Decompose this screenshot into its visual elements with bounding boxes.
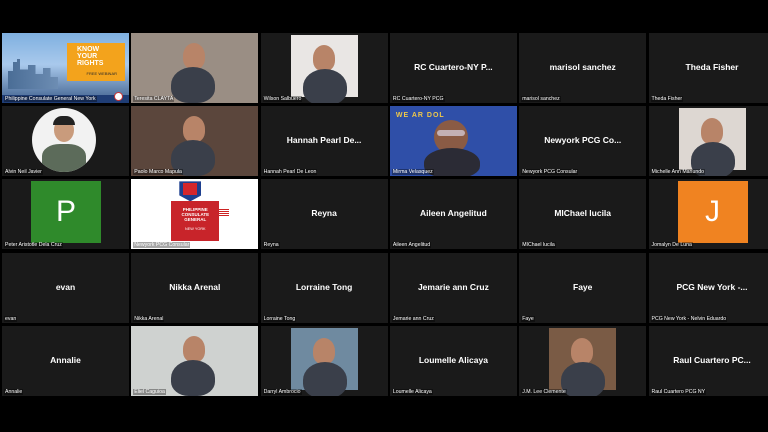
participant-tile[interactable]: PHILIPPINE CONSULATE GENERAL NEW YORK Newy… bbox=[131, 179, 259, 250]
participant-name-label: Teresita CLAYTA bbox=[133, 96, 175, 102]
profile-photo bbox=[2, 106, 129, 177]
participant-name-label: Lorraine Tong bbox=[262, 315, 297, 322]
participant-tile[interactable]: PCG New York -... PCG New York - Nelvin E… bbox=[648, 252, 768, 323]
participant-tile[interactable]: Hannah Pearl De... Hannah Pearl De Leon bbox=[260, 106, 388, 177]
participant-display-name: Nikka Arenal bbox=[169, 281, 221, 292]
avatar: J bbox=[677, 181, 748, 244]
participant-tile[interactable]: Wilson Salbuero bbox=[260, 33, 388, 103]
participant-display-name: Annalie bbox=[50, 354, 81, 365]
participant-tile[interactable]: KNOW YOUR RIGHTS FREE WEBINAR Philippine C… bbox=[2, 33, 129, 103]
participant-gallery: KNOW YOUR RIGHTS FREE WEBINAR Philippine C… bbox=[0, 32, 768, 398]
participant-display-name: Faye bbox=[573, 281, 593, 292]
participant-tile[interactable]: marisol sanchez marisol sanchez bbox=[519, 33, 647, 103]
participant-display-name: Hannah Pearl De... bbox=[286, 135, 362, 146]
participant-name-label: Reyna bbox=[262, 242, 280, 249]
participant-tile[interactable]: Lorraine Tong Lorraine Tong bbox=[260, 252, 388, 323]
participant-tile[interactable]: J.M. Lee Clemente bbox=[519, 325, 647, 396]
participant-tile[interactable]: MIChael lucila MIChael lucila bbox=[519, 179, 647, 250]
video-feed bbox=[131, 33, 259, 103]
poster-subtitle: FREE WEBINAR bbox=[86, 71, 117, 76]
participant-tile[interactable]: Teresita CLAYTA bbox=[131, 33, 259, 103]
participant-display-name: RC Cuartero-NY P... bbox=[414, 62, 493, 72]
participant-name-label: Mirma Velasquez bbox=[391, 169, 434, 176]
participant-tile[interactable]: Michelle Ann Manundo bbox=[648, 106, 768, 177]
participant-tile[interactable]: Reyna Reyna bbox=[260, 179, 388, 250]
participant-tile[interactable]: Raul Cuartero PC... Raul Cuartero PCG NY bbox=[648, 325, 768, 396]
video-feed: WE AR DOL bbox=[389, 106, 517, 177]
participant-name-label: evan bbox=[4, 315, 18, 322]
avatar: P bbox=[31, 181, 101, 244]
webinar-poster: KNOW YOUR RIGHTS FREE WEBINAR bbox=[2, 33, 129, 103]
participant-tile[interactable]: Aileen Angelitud Aileen Angelitud bbox=[389, 179, 517, 250]
participant-display-name: marisol sanchez bbox=[549, 62, 616, 72]
participant-name-label: Raul Cuartero PCG NY bbox=[650, 388, 707, 395]
participant-tile[interactable]: Eliel Caguioa bbox=[131, 325, 259, 396]
participant-name-label: Jomalyn De Luna bbox=[650, 242, 693, 249]
participant-tile[interactable]: Loumelle Alicaya Loumelle Alicaya bbox=[389, 325, 517, 396]
participant-name-label: J.M. Lee Clemente bbox=[521, 388, 567, 395]
participant-tile[interactable]: Darryl Ambrocio bbox=[260, 325, 388, 396]
participant-tile[interactable]: J Jomalyn De Luna bbox=[648, 179, 768, 250]
participant-name-label: Wilson Salbuero bbox=[262, 96, 303, 102]
seal-text: PHILIPPINE CONSULATE GENERAL bbox=[181, 207, 210, 223]
profile-photo bbox=[290, 327, 358, 396]
participant-name-label: Nikka Arenal bbox=[133, 315, 165, 322]
profile-photo bbox=[678, 108, 746, 177]
participant-tile[interactable]: RC Cuartero-NY P... RC Cuartero-NY PCG bbox=[389, 33, 517, 103]
participant-tile[interactable]: Jemarie ann Cruz Jemarie ann Cruz bbox=[389, 252, 517, 323]
participant-display-name: PCG New York -... bbox=[676, 281, 748, 292]
participant-name-label: Peter Aristotle Dela Cruz bbox=[4, 242, 63, 249]
participant-display-name: Newyork PCG Co... bbox=[544, 135, 622, 146]
participant-name-label: Newyork PCG Consular bbox=[133, 242, 191, 249]
participant-tile[interactable]: WE AR DOL Mirma Velasquez bbox=[389, 106, 517, 177]
participant-name-label: marisol sanchez bbox=[521, 96, 561, 102]
participant-display-name: Reyna bbox=[311, 208, 337, 219]
participant-tile[interactable]: Alvin Neil Javier bbox=[2, 106, 129, 177]
participant-tile[interactable]: Faye Faye bbox=[519, 252, 647, 323]
participant-name-label: Darryl Ambrocio bbox=[262, 388, 302, 395]
participant-name-label: Jemarie ann Cruz bbox=[391, 315, 435, 322]
participant-name-label: MIChael lucila bbox=[521, 242, 556, 249]
profile-photo bbox=[290, 35, 358, 103]
participant-tile[interactable]: Paolo Marco Mapula bbox=[131, 106, 259, 177]
banner-text: WE AR DOL bbox=[395, 112, 445, 120]
participant-name-label: Michelle Ann Manundo bbox=[650, 169, 705, 176]
participant-tile[interactable]: Theda Fisher Theda Fisher bbox=[648, 33, 768, 103]
video-feed bbox=[131, 325, 259, 396]
participant-tile[interactable]: evan evan bbox=[2, 252, 129, 323]
participant-tile[interactable]: Annalie Annalie bbox=[2, 325, 129, 396]
participant-name-label: Eliel Caguioa bbox=[133, 388, 166, 395]
participant-name-label: RC Cuartero-NY PCG bbox=[391, 96, 445, 102]
participant-display-name: Loumelle Alicaya bbox=[418, 354, 488, 365]
participant-name-label: Alvin Neil Javier bbox=[4, 169, 43, 176]
participant-display-name: evan bbox=[55, 281, 76, 292]
participant-name-label: Hannah Pearl De Leon bbox=[262, 169, 318, 176]
participant-tile[interactable]: Nikka Arenal Nikka Arenal bbox=[131, 252, 259, 323]
participant-tile[interactable]: P Peter Aristotle Dela Cruz bbox=[2, 179, 129, 250]
profile-photo bbox=[549, 327, 617, 396]
participant-name-label: Aileen Angelitud bbox=[391, 242, 432, 249]
participant-name-label: Paolo Marco Mapula bbox=[133, 169, 183, 176]
participant-name-label: Faye bbox=[521, 315, 535, 322]
participant-display-name: MIChael lucila bbox=[554, 208, 612, 219]
participant-name-label: Theda Fisher bbox=[650, 96, 684, 102]
participant-display-name: Aileen Angelitud bbox=[420, 208, 487, 219]
seal-subtext: NEW YORK bbox=[184, 227, 206, 232]
participant-display-name: Raul Cuartero PC... bbox=[673, 354, 751, 365]
participant-name-label: Newyork PCG Consular bbox=[521, 169, 579, 176]
participant-name-label: Philippine Consulate General New York bbox=[4, 96, 97, 102]
participant-tile[interactable]: Newyork PCG Co... Newyork PCG Consular bbox=[519, 106, 647, 177]
participant-name-label: Annalie bbox=[4, 388, 24, 395]
poster-title: KNOW YOUR RIGHTS bbox=[77, 46, 104, 67]
participant-display-name: Jemarie ann Cruz bbox=[417, 281, 489, 292]
video-feed bbox=[131, 106, 259, 177]
participant-display-name: Lorraine Tong bbox=[295, 281, 353, 292]
consulate-seal-logo: PHILIPPINE CONSULATE GENERAL NEW YORK bbox=[131, 179, 259, 250]
participant-name-label: Loumelle Alicaya bbox=[391, 388, 433, 395]
participant-name-label: PCG New York - Nelvin Eduardo bbox=[650, 315, 728, 322]
participant-display-name: Theda Fisher bbox=[685, 62, 739, 72]
